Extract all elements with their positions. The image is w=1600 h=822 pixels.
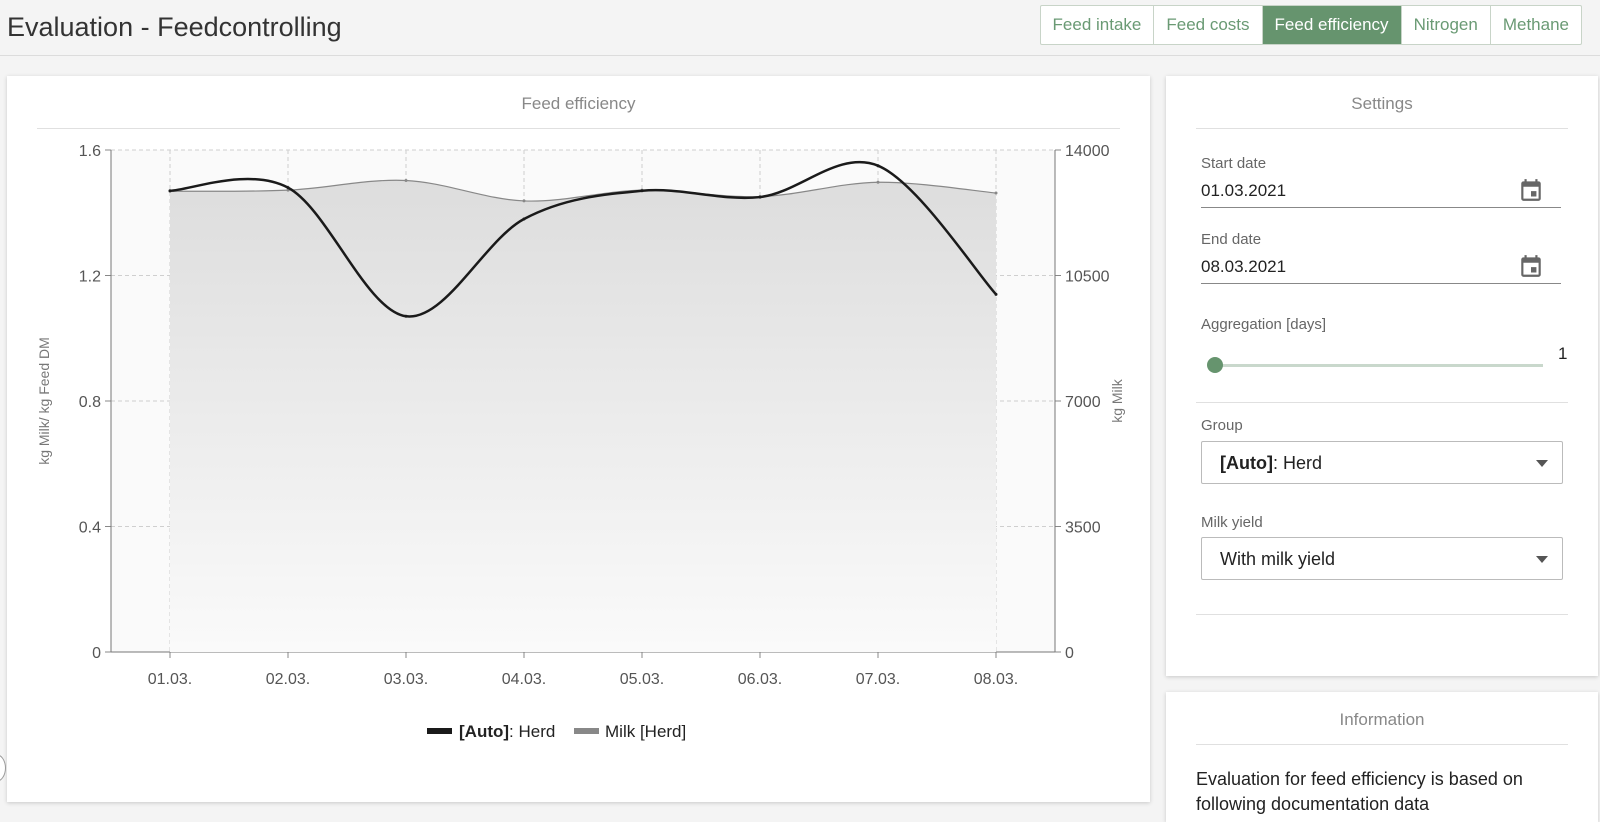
tab-methane[interactable]: Methane	[1491, 6, 1581, 44]
y-tick-label: 1.2	[79, 269, 101, 286]
group-select-value: [Auto]: Herd	[1220, 453, 1322, 474]
x-tick-label: 08.03.	[974, 671, 1018, 688]
settings-divider	[1196, 614, 1568, 615]
x-tick-label: 05.03.	[620, 671, 664, 688]
tab-feed-intake[interactable]: Feed intake	[1041, 6, 1155, 44]
settings-panel: Settings Start date 01.03.2021 End date …	[1166, 76, 1598, 676]
legend-label-herd: [Auto]: Herd	[459, 722, 555, 741]
y-tick-label: 0	[92, 645, 101, 662]
end-date-label: End date	[1201, 231, 1262, 248]
milk-data-point	[404, 178, 408, 182]
legend-label-herd-prefix: [Auto]	[459, 722, 509, 741]
herd-data-point	[994, 292, 998, 296]
y-tick-label: 1.6	[79, 143, 101, 160]
y-right-axis-label: kg Milk	[1109, 378, 1125, 423]
herd-data-point	[404, 314, 408, 318]
milk-yield-select-value: With milk yield	[1220, 549, 1336, 569]
aggregation-label: Aggregation [days]	[1201, 316, 1327, 333]
milk-yield-label: Milk yield	[1201, 514, 1263, 531]
calendar-icon[interactable]	[1518, 177, 1544, 203]
information-panel: Information Evaluation for feed efficien…	[1166, 692, 1598, 822]
chart-panel: Feed efficiency 0 0.4 0.8 1.2 1.6 0 3500 7000 10…	[7, 76, 1150, 802]
tab-nitrogen[interactable]: Nitrogen	[1402, 6, 1491, 44]
start-date-label: Start date	[1201, 155, 1267, 172]
x-tick-label: 03.03.	[384, 671, 428, 688]
legend-label-herd-suffix: : Herd	[509, 722, 555, 741]
end-date-underline	[1201, 283, 1561, 284]
milk-data-point	[994, 191, 998, 195]
chevron-down-icon	[1536, 556, 1548, 563]
page-title: Evaluation - Feedcontrolling	[7, 12, 342, 42]
top-bar: Evaluation - Feedcontrolling Feed intake…	[0, 0, 1600, 56]
group-label: Group	[1201, 417, 1243, 434]
start-date-field[interactable]: 01.03.2021	[1201, 181, 1286, 201]
y-right-tick-label: 7000	[1065, 394, 1101, 411]
group-select-value-prefix: [Auto]	[1220, 453, 1273, 473]
x-tick-label: 02.03.	[266, 671, 310, 688]
group-select[interactable]: [Auto]: Herd	[1201, 441, 1563, 484]
milk-data-point	[876, 180, 880, 184]
y-right-tick-label: 3500	[1065, 520, 1101, 537]
feed-efficiency-chart: 0 0.4 0.8 1.2 1.6 0 3500 7000 10500 14000 01.03. 02…	[36, 143, 1125, 741]
y-tick-label: 0.4	[79, 520, 101, 537]
legend-swatch-herd	[427, 728, 452, 734]
milk-yield-select[interactable]: With milk yield	[1201, 537, 1563, 580]
y-tick-label: 0.8	[79, 394, 101, 411]
y-right-tick-label: 0	[1065, 645, 1074, 662]
milk-data-point	[522, 199, 526, 203]
x-tick-label: 01.03.	[148, 671, 192, 688]
evaluation-tabs: Feed intake Feed costs Feed efficiency N…	[1039, 5, 1582, 45]
tab-feed-costs[interactable]: Feed costs	[1154, 6, 1263, 44]
calendar-icon[interactable]	[1518, 253, 1544, 279]
herd-data-point	[168, 189, 172, 193]
settings-divider	[1196, 402, 1568, 403]
herd-data-point	[758, 195, 762, 199]
x-tick-label: 04.03.	[502, 671, 546, 688]
herd-data-point	[876, 164, 880, 168]
tab-feed-efficiency[interactable]: Feed efficiency	[1262, 6, 1402, 44]
herd-data-point	[286, 186, 290, 190]
x-tick-label: 06.03.	[738, 671, 782, 688]
settings-title: Settings	[1196, 94, 1568, 129]
side-toggle-handle[interactable]	[0, 754, 6, 782]
y-axis-label: kg Milk/ kg Feed DM	[36, 337, 52, 465]
aggregation-slider-track[interactable]	[1216, 364, 1543, 367]
start-date-underline	[1201, 207, 1561, 208]
aggregation-value: 1	[1558, 344, 1568, 363]
group-select-value-suffix: : Herd	[1272, 453, 1323, 473]
legend-swatch-milk	[574, 728, 599, 734]
information-title: Information	[1196, 710, 1568, 745]
chevron-down-icon	[1536, 460, 1548, 467]
x-tick-label: 07.03.	[856, 671, 900, 688]
herd-data-point	[640, 189, 644, 193]
herd-data-point	[522, 217, 526, 221]
legend-label-milk: Milk [Herd]	[605, 722, 686, 741]
information-text: Evaluation for feed efficiency is based …	[1196, 769, 1523, 814]
y-right-tick-label: 14000	[1065, 143, 1110, 160]
milk-area-fill	[170, 180, 996, 652]
end-date-field[interactable]: 08.03.2021	[1201, 257, 1286, 277]
y-right-tick-label: 10500	[1065, 269, 1110, 286]
aggregation-slider-thumb[interactable]	[1207, 357, 1223, 373]
